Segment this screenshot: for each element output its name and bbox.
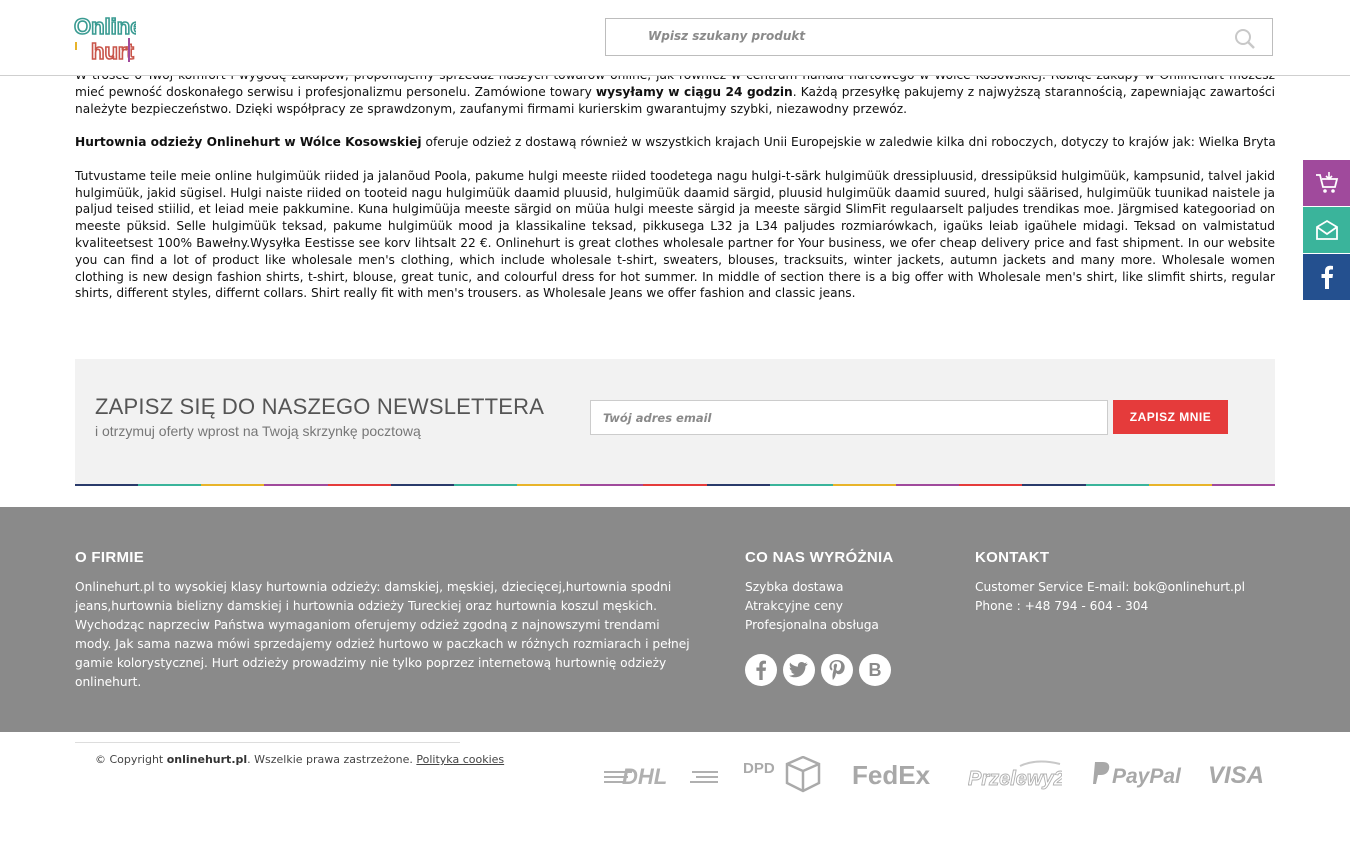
stripe-segment — [201, 484, 265, 486]
newsletter-subtitle: i otrzymuj oferty wprost na Twoją skrzyn… — [95, 423, 421, 439]
fedex-logo: FedEx — [852, 758, 932, 792]
paypal-logo: PayPal — [1093, 758, 1185, 792]
stripe-segment — [264, 484, 328, 486]
newsletter-subscribe-button[interactable]: ZAPISZ MNIE — [1113, 400, 1228, 434]
svg-text:VISA: VISA — [1208, 762, 1264, 789]
stripe-segment — [138, 484, 202, 486]
envelope-icon — [1315, 219, 1338, 240]
stripe-segment — [1211, 484, 1275, 486]
paragraph-countries: Hurtownia odzieży Onlinehurt w Wólce Kos… — [75, 134, 1275, 151]
search-input[interactable] — [646, 28, 1210, 44]
feature-professional-service[interactable]: Profesjonalna obsługa — [745, 616, 879, 635]
stripe-segment — [832, 484, 897, 486]
copyright-divider — [75, 742, 460, 743]
paragraph-estonian: Tutvustame teile meie online hulgimüük r… — [75, 168, 1275, 301]
svg-text:DHL: DHL — [622, 764, 667, 789]
site-header: Online hurt — [0, 0, 1350, 76]
svg-text:hurt: hurt — [91, 39, 134, 64]
footer-about-heading: O FIRMIE — [75, 549, 145, 566]
onlinehurt-logo[interactable]: Online hurt — [73, 12, 143, 65]
copyright-prefix: © Copyright — [95, 753, 167, 766]
feature-fast-delivery[interactable]: Szybka dostawa — [745, 578, 879, 597]
copyright-text: © Copyright onlinehurt.pl. Wszelkie praw… — [95, 753, 504, 766]
svg-text:DPD: DPD — [743, 760, 775, 777]
newsletter-email-input[interactable] — [590, 400, 1108, 435]
stripe-segment — [75, 484, 139, 486]
stripe-segment — [1148, 484, 1212, 486]
para1-bold: wysyłamy w ciągu 24 godzin — [595, 84, 793, 99]
pinterest-icon[interactable] — [821, 654, 853, 686]
para2-bold: Hurtownia odzieży Onlinehurt w Wólce Kos… — [75, 135, 422, 150]
copyright-site: onlinehurt.pl — [166, 753, 248, 766]
side-mail-button[interactable] — [1303, 207, 1350, 253]
footer-features-list: Szybka dostawa Atrakcyjne ceny Profesjon… — [745, 578, 879, 635]
para2-text: oferuje odzież z dostawą również w wszys… — [421, 135, 1275, 150]
newsletter-section: ZAPISZ SIĘ DO NASZEGO NEWSLETTERA i otrz… — [75, 359, 1275, 484]
search-box — [605, 18, 1273, 56]
svg-text:FedEx: FedEx — [852, 760, 931, 790]
blogger-icon[interactable]: B — [859, 654, 891, 686]
footer-contact-block: Customer Service E-mail: bok@onlinehurt.… — [975, 578, 1245, 616]
newsletter-title: ZAPISZ SIĘ DO NASZEGO NEWSLETTERA — [95, 394, 545, 419]
side-cart-button[interactable] — [1303, 160, 1350, 206]
footer-contact-heading: KONTAKT — [975, 549, 1050, 566]
przelewy24-logo: Przelewy24 — [968, 758, 1062, 792]
svg-text:Przelewy24: Przelewy24 — [968, 768, 1062, 790]
search-icon[interactable] — [1234, 28, 1256, 50]
cookies-policy-link[interactable]: Polityka cookies — [416, 753, 504, 766]
stripe-segment — [896, 484, 960, 486]
facebook-icon[interactable] — [745, 654, 777, 686]
stripe-segment — [1085, 484, 1149, 486]
stripe-segment — [453, 484, 518, 486]
stripe-segment — [390, 484, 454, 486]
copyright-suffix: . Wszelkie prawa zastrzeżone. — [247, 753, 417, 766]
seo-description: W trosce o Twój komfort i wygodę zakupów… — [75, 67, 1275, 319]
twitter-icon[interactable] — [783, 654, 815, 686]
dhl-logo: DHL — [604, 758, 718, 792]
cart-icon — [1315, 172, 1338, 193]
side-facebook-button[interactable] — [1303, 254, 1350, 300]
stripe-segment — [1022, 484, 1086, 486]
social-links: B — [745, 654, 891, 686]
stripe-segment — [580, 484, 644, 486]
stripe-segment — [769, 484, 833, 486]
footer-about-text: Onlinehurt.pl to wysokiej klasy hurtowni… — [75, 580, 690, 689]
color-stripe-divider — [75, 484, 1275, 486]
facebook-icon — [1321, 265, 1333, 289]
contact-email[interactable]: Customer Service E-mail: bok@onlinehurt.… — [975, 578, 1245, 597]
svg-text:PayPal: PayPal — [1112, 765, 1182, 788]
footer-features-heading: CO NAS WYRÓŻNIA — [745, 549, 894, 566]
logo-graphic: Online hurt — [73, 13, 143, 65]
feature-good-prices[interactable]: Atrakcyjne ceny — [745, 597, 879, 616]
dpd-logo: DPD — [743, 756, 821, 793]
site-footer: O FIRMIE Onlinehurt.pl to wysokiej klasy… — [0, 507, 1350, 732]
stripe-segment — [327, 484, 391, 486]
stripe-segment — [706, 484, 770, 486]
stripe-segment — [517, 484, 581, 486]
stripe-segment — [643, 484, 707, 486]
contact-phone[interactable]: Phone : +48 794 - 604 - 304 — [975, 597, 1245, 616]
svg-text:Online: Online — [74, 14, 136, 39]
visa-logo: VISA — [1208, 758, 1275, 792]
stripe-segment — [959, 484, 1023, 486]
